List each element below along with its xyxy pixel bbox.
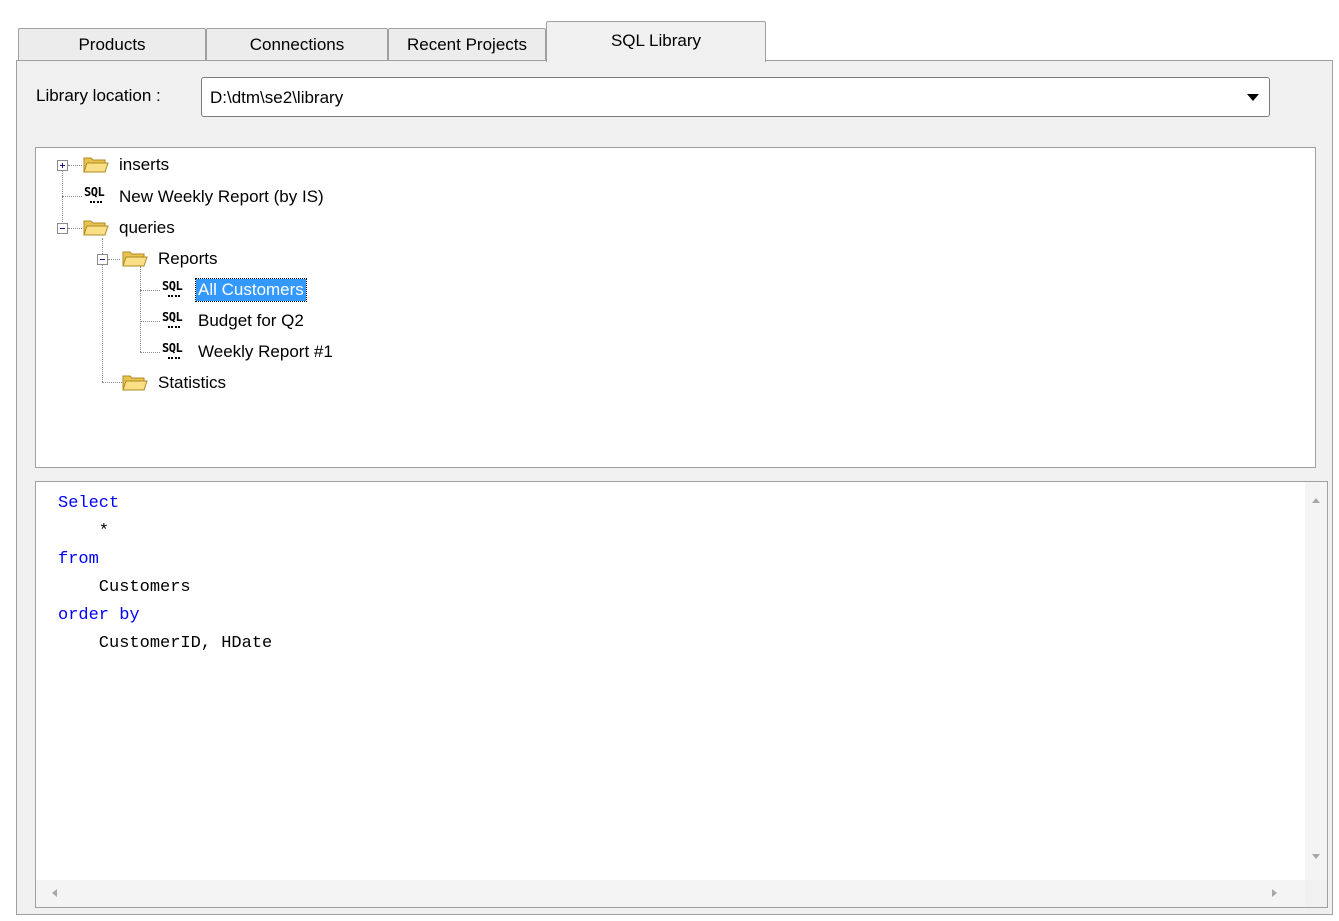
tree-node-new-weekly-report[interactable]: New Weekly Report (by IS) bbox=[117, 186, 326, 208]
tree-node-reports[interactable]: Reports bbox=[156, 248, 220, 270]
tree-node-inserts[interactable]: inserts bbox=[117, 154, 171, 176]
folder-open-icon bbox=[83, 220, 109, 236]
scroll-left-icon[interactable] bbox=[52, 889, 57, 897]
code-line: from bbox=[58, 550, 99, 569]
sql-editor[interactable]: Select * from Customers order by Custome… bbox=[35, 481, 1328, 908]
tab-products[interactable]: Products bbox=[18, 28, 206, 60]
code-line: Select bbox=[58, 494, 120, 513]
scroll-down-icon[interactable] bbox=[1312, 854, 1320, 859]
library-location-combo[interactable]: D:\dtm\se2\library bbox=[201, 77, 1270, 117]
expand-icon[interactable] bbox=[57, 160, 68, 171]
folder-open-icon bbox=[83, 157, 109, 173]
tree-node-all-customers[interactable]: All Customers bbox=[195, 278, 307, 302]
tree-node-statistics[interactable]: Statistics bbox=[156, 372, 228, 394]
sql-file-icon: SQL bbox=[162, 341, 186, 363]
scroll-right-icon[interactable] bbox=[1272, 889, 1277, 897]
horizontal-scrollbar[interactable] bbox=[36, 880, 1305, 907]
tree-node-weekly-report-1[interactable]: Weekly Report #1 bbox=[196, 341, 335, 363]
tree-connector bbox=[108, 259, 120, 260]
collapse-icon[interactable] bbox=[57, 223, 68, 234]
sql-file-icon: SQL bbox=[162, 310, 186, 332]
tab-sql-library[interactable]: SQL Library bbox=[546, 21, 766, 62]
tab-connections[interactable]: Connections bbox=[206, 28, 388, 60]
library-location-value: D:\dtm\se2\library bbox=[210, 88, 344, 107]
tree-connector bbox=[62, 168, 63, 230]
tree-connector bbox=[62, 196, 82, 197]
folder-open-icon bbox=[122, 375, 148, 391]
sql-library-panel: Library location : D:\dtm\se2\library in… bbox=[16, 60, 1333, 915]
sql-file-icon: SQL bbox=[84, 185, 108, 207]
code-line: order by bbox=[58, 606, 140, 625]
code-line: * bbox=[58, 522, 110, 541]
library-tree[interactable]: inserts SQL New Weekly Report (by IS) qu… bbox=[35, 147, 1316, 468]
tab-recent-projects[interactable]: Recent Projects bbox=[388, 28, 546, 60]
tree-connector bbox=[140, 352, 160, 353]
chevron-down-icon[interactable] bbox=[1247, 94, 1259, 101]
tree-connector bbox=[68, 228, 82, 229]
tree-connector bbox=[140, 290, 160, 291]
library-location-label: Library location : bbox=[36, 86, 161, 105]
code-line: CustomerID, HDate bbox=[58, 634, 273, 653]
tree-connector bbox=[68, 165, 82, 166]
scrollbar-corner bbox=[1305, 880, 1327, 907]
tree-connector bbox=[102, 382, 122, 383]
code-line: Customers bbox=[58, 578, 191, 597]
scroll-up-icon[interactable] bbox=[1312, 498, 1320, 503]
collapse-icon[interactable] bbox=[97, 254, 108, 265]
tree-connector bbox=[140, 321, 160, 322]
sql-file-icon: SQL bbox=[162, 279, 186, 301]
tree-connector bbox=[140, 266, 141, 352]
tree-node-queries[interactable]: queries bbox=[117, 217, 177, 239]
folder-open-icon bbox=[122, 251, 148, 267]
tree-node-budget-q2[interactable]: Budget for Q2 bbox=[196, 310, 306, 332]
vertical-scrollbar[interactable] bbox=[1305, 482, 1327, 880]
